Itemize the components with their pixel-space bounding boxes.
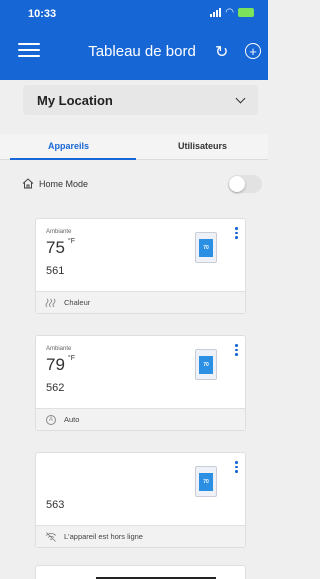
status-icons: ◠ [210,7,254,18]
more-options-icon[interactable] [235,344,239,356]
thermostat-image: 70 [195,466,217,497]
device-name: 562 [46,382,65,394]
device-card: 563 70 L'appareil est hors ligne [35,452,246,548]
signal-icon [210,8,222,17]
auto-mode-icon: A [45,414,57,425]
home-mode-toggle[interactable] [228,175,262,193]
thermostat-screen: 70 [199,473,213,491]
device-status-footer[interactable]: L'appareil est hors ligne [36,525,245,547]
ambient-label: Ambiante [46,229,72,235]
home-icon [22,178,34,189]
device-card: Ambiante 75 °F 561 70 Chaleur [35,218,246,314]
chevron-down-icon [235,93,246,103]
location-selector[interactable]: My Location [23,85,258,115]
add-icon[interactable]: + [245,43,261,59]
refresh-icon[interactable]: ↻ [215,42,228,62]
mode-label: Chaleur [64,298,91,307]
status-time: 10:33 [28,8,57,20]
device-mode-footer[interactable]: Chaleur [36,291,245,313]
temperature-unit: °F [67,238,75,245]
mode-label: Auto [64,415,80,424]
device-name: 563 [46,499,65,511]
more-options-icon[interactable] [235,227,239,239]
device-status-label: L'appareil est hors ligne [64,532,143,541]
home-mode-label: Home Mode [39,179,89,189]
temperature-unit: °F [67,355,75,362]
thermostat-image: 70 [195,349,217,380]
thermostat-image: 70 [195,232,217,263]
device-card-partial[interactable] [35,565,246,579]
device-card-body[interactable]: Ambiante 75 °F 561 70 [36,219,245,291]
device-card-body[interactable]: Ambiante 79 °F 562 70 [36,336,245,408]
ambient-temperature: 75 °F [46,238,75,257]
heat-icon [45,298,56,307]
tab-bar: Appareils Utilisateurs [0,134,268,160]
app-header: 10:33 ◠ Tableau de bord ↻ + [0,0,268,80]
thermostat-screen: 70 [199,356,213,374]
device-mode-footer[interactable]: A Auto [36,408,245,430]
device-name: 561 [46,265,65,277]
more-options-icon[interactable] [235,461,239,473]
thermostat-screen: 70 [199,239,213,257]
active-tab-indicator [10,158,136,160]
tab-users[interactable]: Utilisateurs [178,141,227,151]
wifi-icon: ◠ [225,7,234,18]
device-card: Ambiante 79 °F 562 70 A Auto [35,335,246,431]
ambient-label: Ambiante [46,346,72,352]
battery-icon [238,8,254,17]
ambient-temperature: 79 °F [46,355,75,374]
device-card-body[interactable]: 563 70 [36,453,245,525]
tab-devices[interactable]: Appareils [48,141,89,151]
offline-icon [45,531,57,542]
toggle-knob [229,176,245,192]
location-name: My Location [37,92,113,108]
home-mode-row: Home Mode [0,172,268,196]
